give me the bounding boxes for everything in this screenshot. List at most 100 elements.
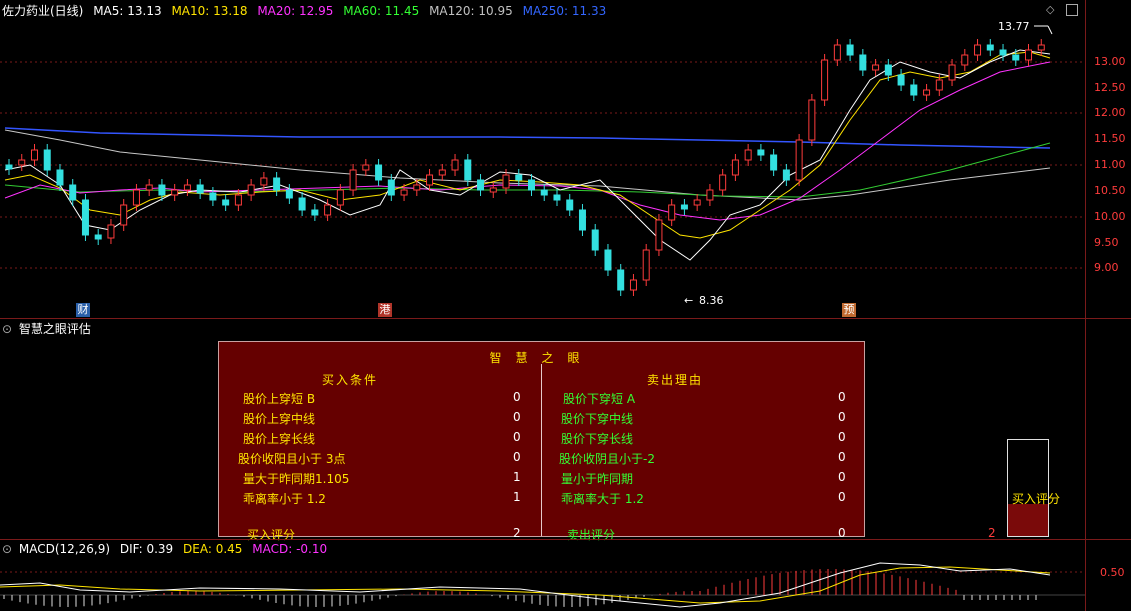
candle-body [438, 169, 446, 176]
event-badge-finance[interactable]: 财 [76, 303, 90, 317]
sell-row-value: 0 [838, 490, 846, 504]
candle-body [591, 229, 599, 251]
macd-header: ⊙ MACD(12,26,9) DIF: 0.39 DEA: 0.45 MACD… [2, 542, 333, 556]
gauge-fill [1008, 504, 1048, 536]
candle-body [553, 194, 561, 201]
candle-body [311, 209, 319, 216]
candle-body [935, 79, 943, 91]
candle-body [693, 199, 701, 206]
candle-body [859, 54, 867, 71]
candlestick-chart[interactable]: 13.77 8.36 ← [0, 0, 1085, 318]
candle-body [451, 159, 459, 171]
sell-score-value: 0 [838, 526, 846, 540]
macd-chart[interactable] [0, 555, 1085, 611]
candle-body [680, 204, 688, 210]
grid-lines [0, 61, 1085, 269]
panel-divider[interactable] [0, 318, 1131, 319]
candle-body [897, 74, 905, 86]
event-badge-hk[interactable]: 港 [378, 303, 392, 317]
candle-body [999, 49, 1007, 56]
candle-body [986, 44, 994, 51]
buy-row-value: 0 [513, 430, 521, 444]
macd-histogram [3, 569, 1037, 607]
candle-body [107, 224, 115, 239]
candle-body [43, 149, 51, 171]
wisdom-eye-panel: 智慧之眼 买入条件 卖出理由 股价上穿短 B 股价上穿中线 股价上穿长线 股价收… [218, 341, 865, 542]
price-tick: 13.00 [1094, 55, 1126, 68]
candle-body [489, 187, 497, 193]
candle-body [795, 139, 803, 181]
candle-body [540, 189, 548, 196]
gauge-value: 2 [988, 526, 996, 540]
indicator-header: ⊙ 智慧之眼评估 [2, 322, 97, 336]
candle-body [578, 209, 586, 231]
candle-body [655, 219, 663, 251]
candle-body [884, 64, 892, 76]
indicator-name[interactable]: 智慧之眼评估 [19, 322, 91, 336]
macd-tick: 0.50 [1100, 566, 1125, 579]
candle-body [69, 184, 77, 201]
buy-header: 买入条件 [322, 373, 379, 387]
candle-body [566, 199, 574, 211]
candle-body [744, 149, 752, 161]
macd-value: MACD: -0.10 [252, 542, 328, 556]
candle-body [56, 169, 64, 186]
macd-name[interactable]: MACD(12,26,9) [19, 542, 110, 556]
candle-body [948, 64, 956, 81]
low-annotation: 8.36 [699, 294, 724, 307]
settings-icon[interactable]: ⊙ [2, 322, 12, 336]
candle-body [706, 189, 714, 201]
candle-body [336, 189, 344, 206]
candle-body [183, 184, 191, 191]
candle-body [642, 249, 650, 281]
buy-row-label: 股价收阳且小于 3点 [238, 452, 346, 466]
macd-dif: DIF: 0.39 [119, 542, 174, 556]
price-tick: 11.50 [1094, 132, 1126, 145]
settings-icon[interactable]: ⊙ [2, 542, 12, 556]
candle-body [961, 54, 969, 66]
panel-divider[interactable] [0, 539, 1131, 540]
sell-row-value: 0 [838, 390, 846, 404]
candle-body [770, 154, 778, 171]
candle-body [30, 149, 38, 161]
event-badge-forecast[interactable]: 预 [842, 303, 856, 317]
sell-row-label: 股价下穿中线 [561, 412, 634, 426]
candle-body [617, 269, 625, 291]
sell-row-value: 0 [838, 410, 846, 424]
buy-row-value: 0 [513, 450, 521, 464]
buy-row-value: 0 [513, 390, 521, 404]
candle-body [222, 199, 230, 206]
buy-row-label: 股价上穿短 B [243, 392, 316, 406]
candle-body [1025, 49, 1033, 61]
candle-body [757, 149, 765, 156]
candle-body [171, 189, 179, 196]
candle-body [515, 174, 523, 181]
candle-body [234, 194, 242, 206]
candle-body [464, 159, 472, 181]
price-tick: 10.50 [1094, 184, 1126, 197]
candles [5, 39, 1045, 296]
candle-body [81, 199, 89, 236]
candle-body [719, 174, 727, 191]
sell-header: 卖出理由 [647, 373, 704, 387]
price-tick: 12.50 [1094, 81, 1126, 94]
sell-row-label: 股价下穿短 A [563, 392, 636, 406]
svg-text:←: ← [684, 294, 693, 307]
buy-row-value: 1 [513, 490, 521, 504]
candle-body [132, 189, 140, 206]
candle-body [629, 279, 637, 291]
candle-body [426, 174, 434, 186]
sell-row-value: 0 [838, 430, 846, 444]
candle-body [974, 44, 982, 56]
buy-row-label: 量大于昨同期1.105 [243, 472, 350, 486]
candle-body [668, 204, 676, 221]
gauge-label: 买入评分 [1012, 492, 1061, 506]
price-tick: 10.00 [1094, 210, 1126, 223]
sell-row-label: 股价收阴且小于-2 [559, 452, 655, 466]
buy-row-label: 股价上穿长线 [243, 432, 316, 446]
candle-body [400, 189, 408, 196]
candle-body [285, 189, 293, 199]
candle-body [872, 64, 880, 71]
price-tick: 12.00 [1094, 106, 1126, 119]
candle-body [260, 177, 268, 186]
